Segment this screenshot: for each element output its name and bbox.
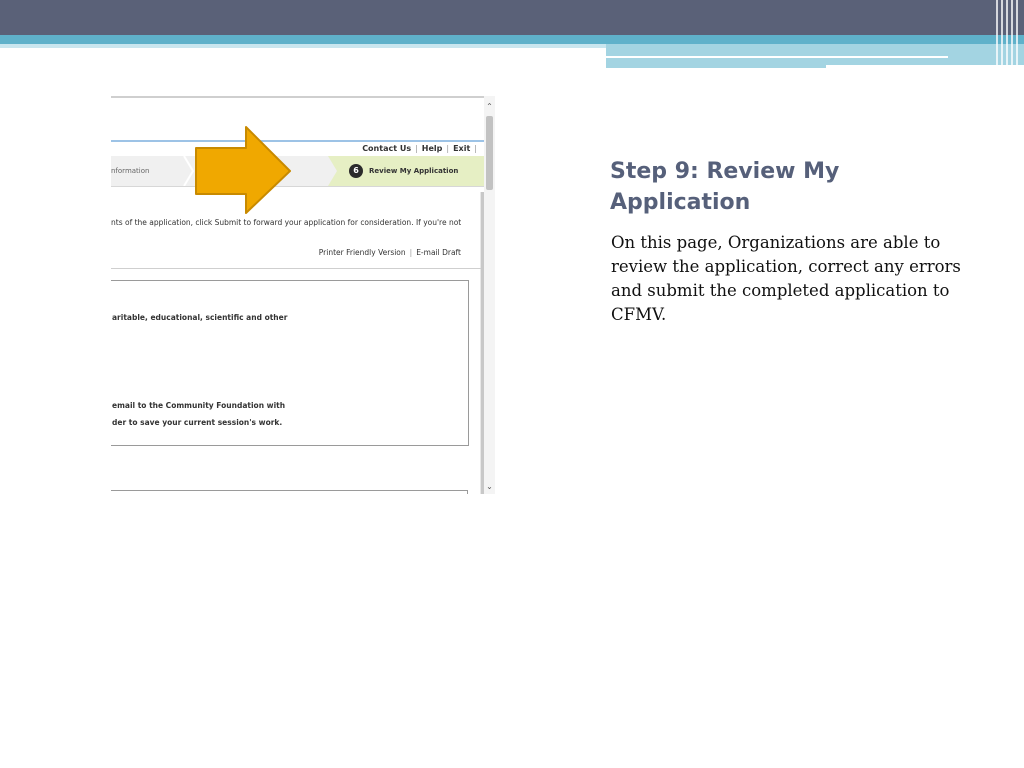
info-box: aritable, educational, scientific and ot… — [111, 280, 469, 446]
separator: | — [415, 144, 418, 153]
step-previous[interactable]: nformation — [111, 156, 191, 186]
chevron-up-icon[interactable]: ⌃ — [484, 102, 495, 112]
step-number-badge: 6 — [349, 164, 363, 178]
right-arrow-icon — [195, 126, 291, 214]
header-stripes — [994, 0, 1024, 68]
second-box — [111, 490, 468, 494]
utility-links: Printer Friendly Version | E-mail Draft — [319, 248, 461, 257]
info-line: der to save your current session's work. — [112, 418, 283, 427]
exit-link[interactable]: Exit — [453, 144, 470, 153]
info-line: aritable, educational, scientific and ot… — [112, 313, 288, 322]
help-link[interactable]: Help — [422, 144, 443, 153]
divider — [111, 268, 481, 269]
email-draft-link[interactable]: E-mail Draft — [416, 248, 461, 257]
slide-body: On this page, Organizations are able to … — [611, 233, 961, 324]
separator: | — [409, 248, 413, 257]
printer-friendly-link[interactable]: Printer Friendly Version — [319, 248, 406, 257]
steps-bar: nformation 6 Review My Application — [111, 156, 484, 187]
chevron-down-icon[interactable]: ⌄ — [484, 482, 495, 492]
header-bar-pale — [0, 44, 606, 48]
contact-us-link[interactable]: Contact Us — [362, 144, 411, 153]
scrollbar[interactable]: ⌃ ⌄ — [484, 96, 495, 494]
step-active-label: Review My Application — [369, 167, 459, 175]
top-links: Contact Us | Help | Exit | — [362, 144, 481, 153]
slide-title: Step 9: Review My Application — [610, 159, 840, 215]
header-bar-dark — [0, 0, 1024, 35]
step-review-my-application[interactable]: 6 Review My Application — [328, 156, 484, 186]
header-line-white-upper — [606, 56, 948, 58]
intro-text: nts of the application, click Submit to … — [111, 218, 462, 227]
step-active-chevron-icon — [328, 156, 338, 186]
screenshot-header-line — [111, 140, 484, 142]
separator: | — [474, 144, 477, 153]
scroll-thumb[interactable] — [486, 116, 493, 190]
screenshot-top-border — [111, 96, 484, 98]
separator: | — [446, 144, 450, 153]
application-screenshot: Contact Us | Help | Exit | nformation 6 Revie… — [111, 96, 495, 494]
info-line: email to the Community Foundation with — [112, 401, 286, 410]
header-bar-blue — [0, 35, 1024, 44]
